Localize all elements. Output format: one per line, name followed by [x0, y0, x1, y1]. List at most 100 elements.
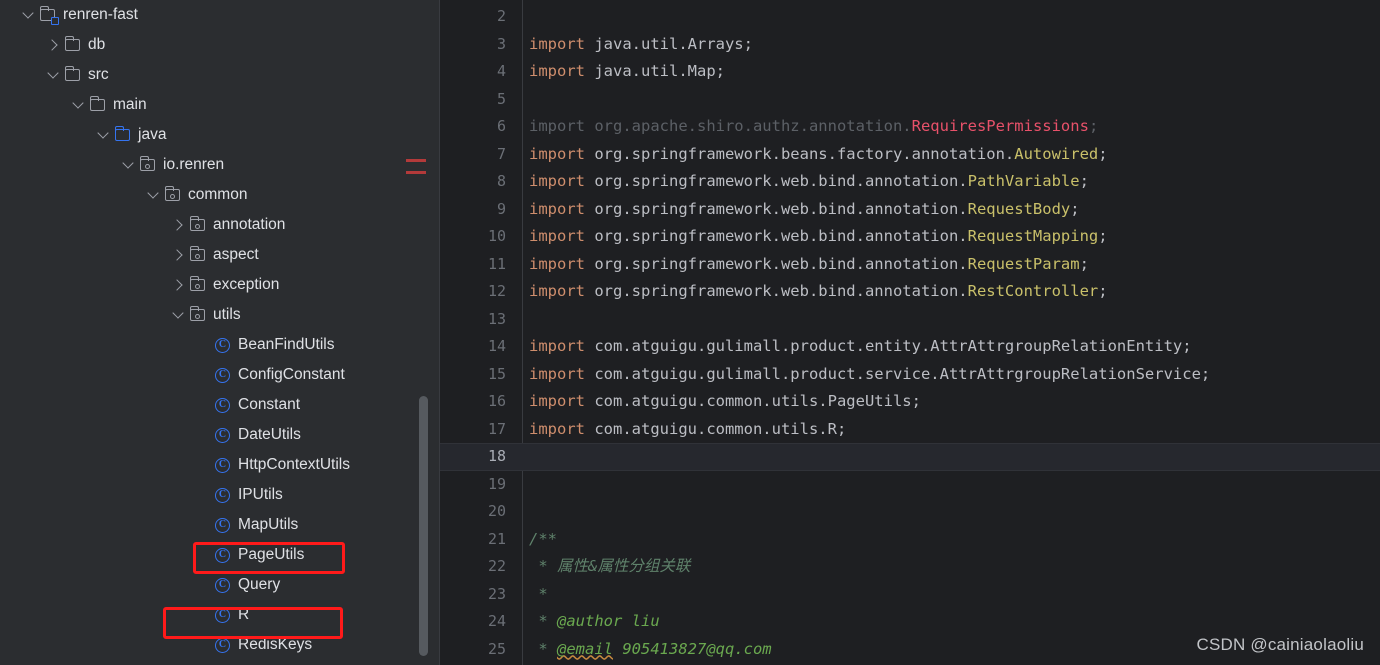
chevron-down-icon[interactable]: [20, 7, 36, 23]
java-class-icon: C: [214, 396, 232, 414]
code-line-15[interactable]: 15 import com.atguigu.gulimall.product.se…: [440, 361, 1380, 389]
tree-item-query[interactable]: C Query: [0, 570, 440, 600]
code-line-13[interactable]: 13: [440, 306, 1380, 334]
chevron-down-icon[interactable]: [120, 157, 136, 173]
code-line-11[interactable]: 11 import org.springframework.web.bind.an…: [440, 251, 1380, 279]
code-editor[interactable]: 2 3 import java.util.Arrays; 4 import java.u…: [440, 0, 1380, 665]
line-content-14: import com.atguigu.gulimall.product.enti…: [529, 333, 1192, 361]
class-letter-c-icon: C: [215, 488, 230, 503]
class-letter-c-icon: C: [215, 578, 230, 593]
tree-scrollbar-thumb[interactable]: [419, 396, 428, 656]
code-line-9[interactable]: 9 import org.springframework.web.bind.ann…: [440, 196, 1380, 224]
chevron-down-icon[interactable]: [70, 97, 86, 113]
tree-item-db[interactable]: db: [0, 30, 440, 60]
code-line-5[interactable]: 5: [440, 86, 1380, 114]
code-line-19[interactable]: 19: [440, 471, 1380, 499]
tree-item-label: src: [88, 66, 109, 83]
tree-item-annotation[interactable]: annotation: [0, 210, 440, 240]
line-number-20: 20: [487, 502, 506, 520]
semicolon: ;: [1079, 172, 1089, 190]
code-line-23[interactable]: 23 *: [440, 581, 1380, 609]
tree-item-maputils[interactable]: C MapUtils: [0, 510, 440, 540]
tree-item-main[interactable]: main: [0, 90, 440, 120]
code-line-20[interactable]: 20: [440, 498, 1380, 526]
code-line-16[interactable]: 16 import com.atguigu.common.utils.PageUt…: [440, 388, 1380, 416]
code-line-7[interactable]: 7 import org.springframework.beans.factor…: [440, 141, 1380, 169]
class-letter-c-icon: C: [215, 338, 230, 353]
tree-item-java[interactable]: java: [0, 120, 440, 150]
tree-item-rediskeys[interactable]: C RedisKeys: [0, 630, 440, 660]
keyword-import: import: [529, 337, 585, 355]
tree-item-iputils[interactable]: C IPUtils: [0, 480, 440, 510]
line-number-23: 23: [487, 584, 506, 603]
chevron-right-icon[interactable]: [170, 217, 186, 233]
tree-item-constant[interactable]: C Constant: [0, 390, 440, 420]
tree-item-io-renren[interactable]: io.renren: [0, 150, 440, 180]
line-number-7: 7: [496, 144, 506, 163]
code-line-17[interactable]: 17 import com.atguigu.common.utils.R;: [440, 416, 1380, 444]
javadoc-star: *: [529, 584, 548, 603]
code-line-22[interactable]: 22 * 属性&属性分组关联: [440, 553, 1380, 581]
tree-item-utils[interactable]: utils: [0, 300, 440, 330]
import-path-unused: org.apache.shiro.authz.annotation.: [585, 117, 912, 135]
tree-item-label: BeanFindUtils: [238, 336, 335, 353]
folder-shape: [89, 96, 105, 111]
tree-item-beanfindutils[interactable]: C BeanFindUtils: [0, 330, 440, 360]
line-number-17: 17: [487, 419, 506, 438]
chevron-right-icon[interactable]: [170, 277, 186, 293]
chevron-right-icon[interactable]: [170, 247, 186, 263]
code-line-10[interactable]: 10 import org.springframework.web.bind.an…: [440, 223, 1380, 251]
tree-item-dateutils[interactable]: C DateUtils: [0, 420, 440, 450]
code-line-2[interactable]: 2: [440, 3, 1380, 31]
tree-item-src[interactable]: src: [0, 60, 440, 90]
java-class-icon: C: [214, 516, 232, 534]
chevron-down-icon[interactable]: [95, 127, 111, 143]
tree-item-pageutils[interactable]: C PageUtils: [0, 540, 440, 570]
folder-shape: [64, 66, 80, 81]
semicolon: ;: [1079, 254, 1089, 273]
tree-item-label: renren-fast: [63, 6, 138, 23]
tree-item-r[interactable]: CR: [0, 600, 440, 630]
code-line-21[interactable]: 21 /**: [440, 526, 1380, 554]
tree-item-exception[interactable]: exception: [0, 270, 440, 300]
import-path: java.util.Map;: [585, 62, 725, 80]
chevron-down-icon[interactable]: [145, 187, 161, 203]
line-content-25: * @email 905413827@qq.com: [529, 636, 771, 664]
semicolon: ;: [1098, 282, 1108, 300]
code-line-6[interactable]: 6 import org.apache.shiro.authz.annotatio…: [440, 113, 1380, 141]
tree-item-label: MapUtils: [238, 516, 299, 533]
chevron-down-icon[interactable]: [170, 307, 186, 323]
tree-scrollbar-track[interactable]: [419, 0, 434, 665]
javadoc-author-value: liu: [622, 612, 660, 630]
tree-item-renren-fast[interactable]: renren-fast: [0, 0, 440, 30]
line-content-16: import com.atguigu.common.utils.PageUtil…: [529, 388, 921, 416]
class-letter-c-icon: C: [215, 608, 230, 623]
code-line-3[interactable]: 3 import java.util.Arrays;: [440, 31, 1380, 59]
tree-item-httpcontextutils[interactable]: C HttpContextUtils: [0, 450, 440, 480]
code-line-24[interactable]: 24 * @author liu: [440, 608, 1380, 636]
line-number-10: 10: [487, 227, 506, 245]
package-icon: [189, 276, 207, 294]
editor-code-lines[interactable]: 2 3 import java.util.Arrays; 4 import java.u…: [440, 3, 1380, 663]
tree-item-configconstant[interactable]: C ConfigConstant: [0, 360, 440, 390]
chevron-down-icon[interactable]: [45, 67, 61, 83]
code-line-14[interactable]: 14 import com.atguigu.gulimall.product.en…: [440, 333, 1380, 361]
code-line-12[interactable]: 12 import org.springframework.web.bind.an…: [440, 278, 1380, 306]
tree-item-aspect[interactable]: aspect: [0, 240, 440, 270]
line-content-15: import com.atguigu.gulimall.product.serv…: [529, 361, 1210, 389]
project-tree-panel[interactable]: renren-fast db src main java io.renren common a…: [0, 0, 440, 665]
code-line-4[interactable]: 4 import java.util.Map;: [440, 58, 1380, 86]
code-line-18[interactable]: 18: [440, 443, 1380, 471]
keyword-import: import: [529, 254, 585, 273]
project-tree-rows[interactable]: renren-fast db src main java io.renren common a…: [0, 0, 440, 660]
javadoc-star: *: [529, 612, 557, 630]
code-line-8[interactable]: 8 import org.springframework.web.bind.ann…: [440, 168, 1380, 196]
chevron-right-icon[interactable]: [45, 37, 61, 53]
tree-item-label: HttpContextUtils: [238, 456, 350, 473]
tree-item-common[interactable]: common: [0, 180, 440, 210]
